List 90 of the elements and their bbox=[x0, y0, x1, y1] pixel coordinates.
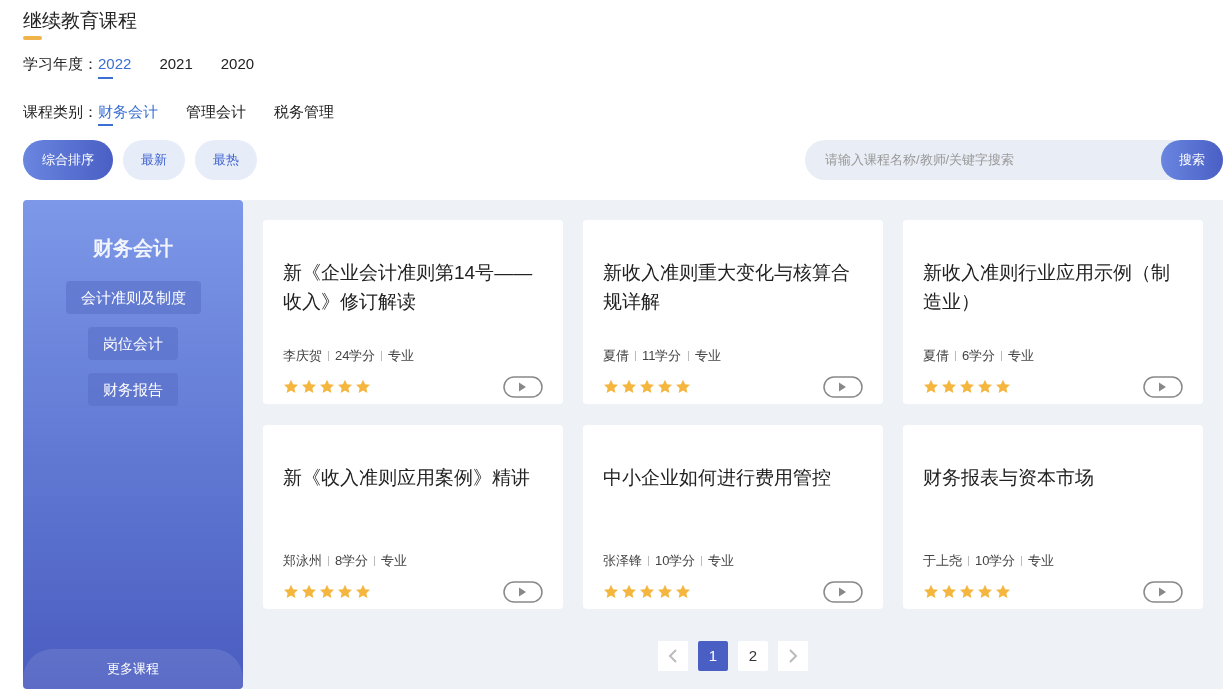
course-credits: 10学分 bbox=[975, 552, 1016, 570]
star-icon bbox=[639, 378, 655, 395]
star-icon bbox=[995, 583, 1011, 600]
teacher-name: 李庆贺 bbox=[283, 347, 322, 365]
teacher-name: 夏倩 bbox=[603, 347, 629, 365]
search-button[interactable]: 搜索 bbox=[1161, 140, 1223, 180]
course-type: 专业 bbox=[694, 347, 721, 365]
star-icon bbox=[301, 583, 317, 600]
star-icon bbox=[621, 583, 637, 600]
course-type: 专业 bbox=[381, 552, 408, 570]
star-icon bbox=[941, 378, 957, 395]
star-icon bbox=[639, 583, 655, 600]
star-icon bbox=[657, 378, 673, 395]
star-icon bbox=[923, 583, 939, 600]
star-icon bbox=[923, 378, 939, 395]
filter-option[interactable]: 财务会计 bbox=[98, 100, 158, 123]
chevron-icon bbox=[788, 649, 798, 663]
teacher-name: 张泽锋 bbox=[603, 552, 642, 570]
filter-option[interactable]: 2022 bbox=[98, 53, 132, 76]
star-icon bbox=[355, 378, 371, 395]
star-icon bbox=[941, 583, 957, 600]
course-credits: 8学分 bbox=[335, 552, 369, 570]
course-credits: 10学分 bbox=[655, 552, 696, 570]
chevron-icon bbox=[668, 649, 678, 663]
page-button[interactable]: 1 bbox=[698, 641, 728, 671]
star-icon bbox=[283, 583, 299, 600]
course-credits: 11学分 bbox=[642, 347, 682, 365]
star-icon bbox=[337, 583, 353, 600]
star-icon bbox=[977, 378, 993, 395]
page-title: 继续教育课程 bbox=[23, 9, 137, 33]
star-icon bbox=[603, 378, 619, 395]
sort-tab[interactable]: 最热 bbox=[195, 140, 257, 180]
course-type: 专业 bbox=[388, 347, 415, 365]
star-icon bbox=[283, 378, 299, 395]
course-card[interactable]: 新《企业会计准则第14号——收入》修订解读 李庆贺 24学分 专业 bbox=[263, 220, 563, 404]
course-title: 新《企业会计准则第14号——收入》修订解读 bbox=[283, 261, 533, 314]
play-icon[interactable] bbox=[503, 580, 543, 603]
star-icon bbox=[603, 583, 619, 600]
subcategory-link[interactable]: 财务报告 bbox=[88, 373, 178, 406]
filter-label: 学习年度： bbox=[23, 54, 98, 74]
panel-title: 财务会计 bbox=[93, 236, 173, 261]
course-card[interactable]: 新收入准则重大变化与核算合规详解 夏倩 11学分 专业 bbox=[583, 220, 883, 404]
course-card[interactable]: 新《收入准则应用案例》精讲 郑泳州 8学分 专业 bbox=[263, 425, 563, 609]
star-icon bbox=[675, 583, 691, 600]
star-icon bbox=[959, 583, 975, 600]
teacher-name: 夏倩 bbox=[923, 347, 949, 365]
star-icon bbox=[675, 378, 691, 395]
play-icon[interactable] bbox=[823, 580, 863, 603]
course-title: 新收入准则行业应用示例（制造业） bbox=[923, 261, 1171, 314]
course-card[interactable]: 财务报表与资本市场 于上尧 10学分 专业 bbox=[903, 425, 1203, 609]
star-icon bbox=[657, 583, 673, 600]
course-type: 专业 bbox=[1008, 347, 1035, 365]
play-icon[interactable] bbox=[1143, 375, 1183, 398]
star-icon bbox=[301, 378, 317, 395]
filter-label: 课程类别： bbox=[23, 101, 98, 122]
play-icon[interactable] bbox=[1143, 580, 1183, 603]
course-type: 专业 bbox=[1028, 552, 1055, 570]
filter-option[interactable]: 2021 bbox=[159, 53, 193, 76]
star-icon bbox=[959, 378, 975, 395]
star-icon bbox=[355, 583, 371, 600]
play-icon[interactable] bbox=[503, 375, 543, 398]
course-title: 中小企业如何进行费用管控 bbox=[603, 466, 832, 490]
course-title: 财务报表与资本市场 bbox=[923, 466, 1095, 490]
filter-option[interactable]: 管理会计 bbox=[186, 100, 246, 123]
filter-option[interactable]: 2020 bbox=[220, 53, 255, 76]
play-icon[interactable] bbox=[823, 375, 863, 398]
star-icon bbox=[977, 583, 993, 600]
course-credits: 6学分 bbox=[962, 347, 996, 365]
sort-tab[interactable]: 综合排序 bbox=[23, 140, 113, 180]
star-icon bbox=[995, 378, 1011, 395]
title-underline bbox=[23, 36, 42, 40]
course-title: 新收入准则重大变化与核算合规详解 bbox=[603, 261, 851, 314]
course-credits: 24学分 bbox=[335, 347, 376, 365]
course-title: 新《收入准则应用案例》精讲 bbox=[283, 466, 531, 490]
filter-option[interactable]: 税务管理 bbox=[274, 100, 334, 123]
star-icon bbox=[621, 378, 637, 395]
course-card[interactable]: 中小企业如何进行费用管控 张泽锋 10学分 专业 bbox=[583, 425, 883, 609]
star-icon bbox=[337, 378, 353, 395]
star-icon bbox=[319, 583, 335, 600]
course-type: 专业 bbox=[708, 552, 735, 570]
course-card[interactable]: 新收入准则行业应用示例（制造业） 夏倩 6学分 专业 bbox=[903, 220, 1203, 404]
page-button[interactable]: 2 bbox=[738, 641, 768, 671]
subcategory-link[interactable]: 会计准则及制度 bbox=[65, 281, 201, 314]
sort-tab[interactable]: 最新 bbox=[123, 140, 185, 180]
subcategory-link[interactable]: 岗位会计 bbox=[88, 327, 178, 360]
teacher-name: 郑泳州 bbox=[283, 552, 322, 570]
more-courses-button[interactable]: 更多课程 bbox=[23, 649, 243, 689]
star-icon bbox=[319, 378, 335, 395]
search-field[interactable]: 请输入课程名称/教师/关键字搜索 搜索 bbox=[805, 140, 1223, 180]
teacher-name: 于上尧 bbox=[923, 552, 962, 570]
